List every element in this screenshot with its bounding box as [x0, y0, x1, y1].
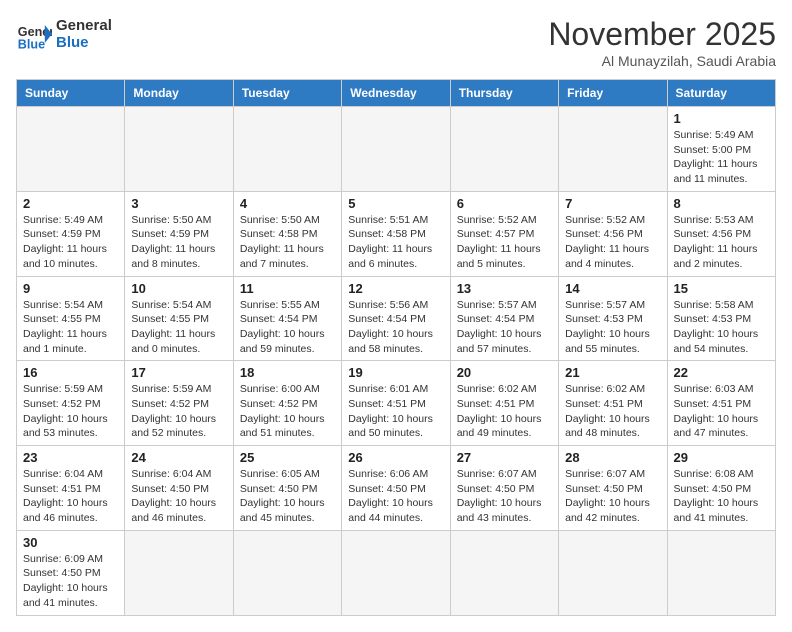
empty-cell — [450, 530, 558, 615]
empty-cell — [667, 530, 775, 615]
title-area: November 2025 Al Munayzilah, Saudi Arabi… — [548, 16, 776, 69]
day-29: 29 Sunrise: 6:08 AMSunset: 4:50 PMDaylig… — [667, 446, 775, 531]
logo-blue-text: Blue — [56, 34, 112, 51]
empty-cell — [342, 530, 450, 615]
calendar-row-3: 9 Sunrise: 5:54 AMSunset: 4:55 PMDayligh… — [17, 276, 776, 361]
day-26: 26 Sunrise: 6:06 AMSunset: 4:50 PMDaylig… — [342, 446, 450, 531]
day-14: 14 Sunrise: 5:57 AMSunset: 4:53 PMDaylig… — [559, 276, 667, 361]
day-7: 7 Sunrise: 5:52 AMSunset: 4:56 PMDayligh… — [559, 191, 667, 276]
calendar-row-6: 30 Sunrise: 6:09 AMSunset: 4:50 PMDaylig… — [17, 530, 776, 615]
empty-cell — [559, 530, 667, 615]
header-wednesday: Wednesday — [342, 80, 450, 107]
header-saturday: Saturday — [667, 80, 775, 107]
header-thursday: Thursday — [450, 80, 558, 107]
day-22: 22 Sunrise: 6:03 AMSunset: 4:51 PMDaylig… — [667, 361, 775, 446]
day-16: 16 Sunrise: 5:59 AMSunset: 4:52 PMDaylig… — [17, 361, 125, 446]
empty-cell — [17, 107, 125, 192]
day-1: 1 Sunrise: 5:49 AMSunset: 5:00 PMDayligh… — [667, 107, 775, 192]
day-18: 18 Sunrise: 6:00 AMSunset: 4:52 PMDaylig… — [233, 361, 341, 446]
svg-text:Blue: Blue — [18, 37, 45, 51]
day-4: 4 Sunrise: 5:50 AMSunset: 4:58 PMDayligh… — [233, 191, 341, 276]
calendar-header-row: Sunday Monday Tuesday Wednesday Thursday… — [17, 80, 776, 107]
day-8: 8 Sunrise: 5:53 AMSunset: 4:56 PMDayligh… — [667, 191, 775, 276]
empty-cell — [559, 107, 667, 192]
calendar-row-5: 23 Sunrise: 6:04 AMSunset: 4:51 PMDaylig… — [17, 446, 776, 531]
day-6: 6 Sunrise: 5:52 AMSunset: 4:57 PMDayligh… — [450, 191, 558, 276]
day-9: 9 Sunrise: 5:54 AMSunset: 4:55 PMDayligh… — [17, 276, 125, 361]
day-3: 3 Sunrise: 5:50 AMSunset: 4:59 PMDayligh… — [125, 191, 233, 276]
header-monday: Monday — [125, 80, 233, 107]
empty-cell — [125, 530, 233, 615]
month-title: November 2025 — [548, 16, 776, 53]
day-11: 11 Sunrise: 5:55 AMSunset: 4:54 PMDaylig… — [233, 276, 341, 361]
day-10: 10 Sunrise: 5:54 AMSunset: 4:55 PMDaylig… — [125, 276, 233, 361]
day-5: 5 Sunrise: 5:51 AMSunset: 4:58 PMDayligh… — [342, 191, 450, 276]
day-12: 12 Sunrise: 5:56 AMSunset: 4:54 PMDaylig… — [342, 276, 450, 361]
logo-general-text: General — [56, 17, 112, 34]
day-21: 21 Sunrise: 6:02 AMSunset: 4:51 PMDaylig… — [559, 361, 667, 446]
day-2: 2 Sunrise: 5:49 AMSunset: 4:59 PMDayligh… — [17, 191, 125, 276]
day-19: 19 Sunrise: 6:01 AMSunset: 4:51 PMDaylig… — [342, 361, 450, 446]
empty-cell — [450, 107, 558, 192]
calendar-row-4: 16 Sunrise: 5:59 AMSunset: 4:52 PMDaylig… — [17, 361, 776, 446]
logo-svg: General Blue — [16, 16, 52, 52]
header-friday: Friday — [559, 80, 667, 107]
empty-cell — [125, 107, 233, 192]
calendar-row-1: 1 Sunrise: 5:49 AMSunset: 5:00 PMDayligh… — [17, 107, 776, 192]
location-subtitle: Al Munayzilah, Saudi Arabia — [548, 53, 776, 69]
calendar-row-2: 2 Sunrise: 5:49 AMSunset: 4:59 PMDayligh… — [17, 191, 776, 276]
header-sunday: Sunday — [17, 80, 125, 107]
day-28: 28 Sunrise: 6:07 AMSunset: 4:50 PMDaylig… — [559, 446, 667, 531]
day-25: 25 Sunrise: 6:05 AMSunset: 4:50 PMDaylig… — [233, 446, 341, 531]
day-20: 20 Sunrise: 6:02 AMSunset: 4:51 PMDaylig… — [450, 361, 558, 446]
logo: General Blue General Blue — [16, 16, 112, 52]
empty-cell — [342, 107, 450, 192]
day-30: 30 Sunrise: 6:09 AMSunset: 4:50 PMDaylig… — [17, 530, 125, 615]
header-tuesday: Tuesday — [233, 80, 341, 107]
day-17: 17 Sunrise: 5:59 AMSunset: 4:52 PMDaylig… — [125, 361, 233, 446]
day-15: 15 Sunrise: 5:58 AMSunset: 4:53 PMDaylig… — [667, 276, 775, 361]
day-13: 13 Sunrise: 5:57 AMSunset: 4:54 PMDaylig… — [450, 276, 558, 361]
day-24: 24 Sunrise: 6:04 AMSunset: 4:50 PMDaylig… — [125, 446, 233, 531]
day-27: 27 Sunrise: 6:07 AMSunset: 4:50 PMDaylig… — [450, 446, 558, 531]
calendar-table: Sunday Monday Tuesday Wednesday Thursday… — [16, 79, 776, 616]
day-23: 23 Sunrise: 6:04 AMSunset: 4:51 PMDaylig… — [17, 446, 125, 531]
empty-cell — [233, 107, 341, 192]
empty-cell — [233, 530, 341, 615]
page-header: General Blue General Blue November 2025 … — [16, 16, 776, 69]
